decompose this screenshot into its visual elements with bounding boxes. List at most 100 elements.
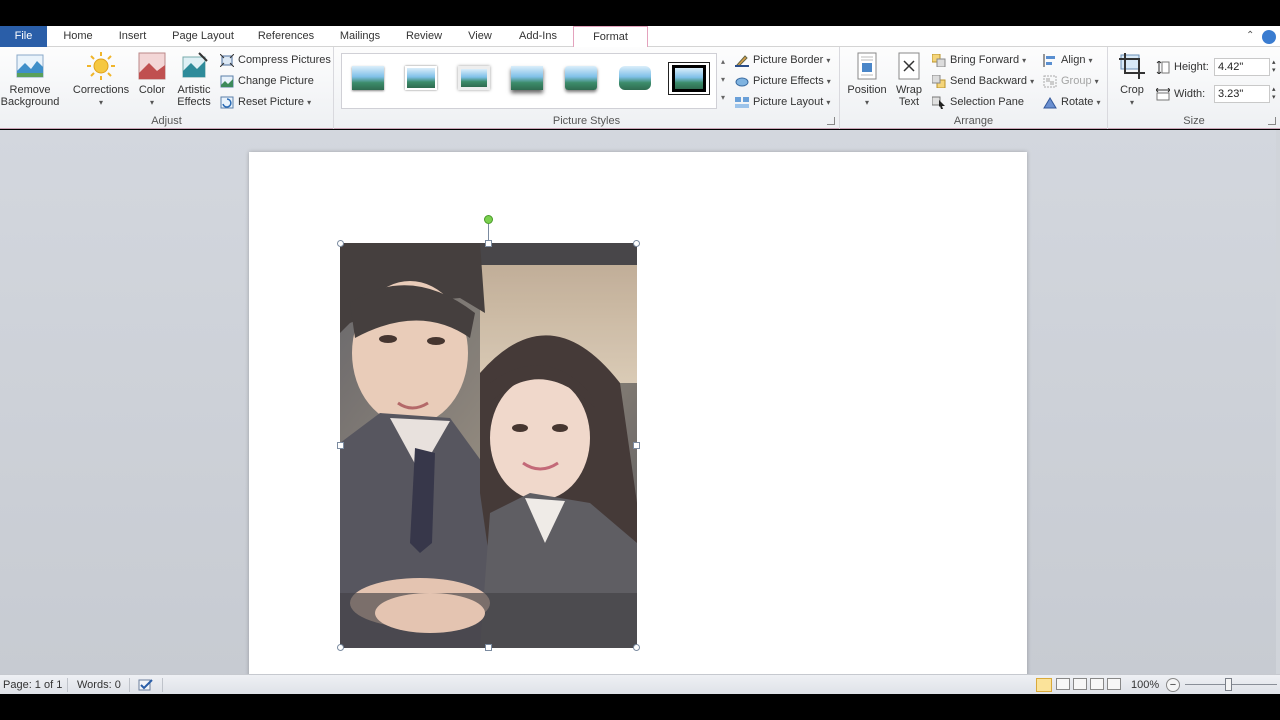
resize-handle-top-right[interactable] bbox=[633, 240, 640, 247]
color-button[interactable]: Color ▾ bbox=[134, 51, 170, 109]
tab-review[interactable]: Review bbox=[400, 26, 448, 47]
print-layout-view-icon[interactable] bbox=[1036, 678, 1052, 692]
tab-mailings[interactable]: Mailings bbox=[332, 26, 388, 47]
picture-layout-button[interactable]: Picture Layout ▾ bbox=[735, 93, 830, 111]
group-button[interactable]: Group ▾ bbox=[1043, 72, 1099, 90]
minimize-ribbon-icon[interactable]: ⌃ bbox=[1246, 30, 1254, 41]
artistic-effects-button[interactable]: Artistic Effects bbox=[172, 51, 216, 108]
gallery-more-icon[interactable]: ▾ bbox=[717, 89, 729, 107]
send-backward-button[interactable]: Send Backward ▾ bbox=[932, 72, 1034, 90]
artistic-effects-icon bbox=[182, 52, 208, 78]
reset-picture-icon bbox=[220, 96, 234, 109]
send-backward-label: Send Backward bbox=[950, 75, 1028, 87]
remove-background-label-1: Remove bbox=[9, 84, 51, 96]
selection-pane-button[interactable]: Selection Pane bbox=[932, 93, 1024, 111]
picture-style-2[interactable] bbox=[400, 62, 442, 95]
bottom-bar bbox=[0, 694, 1280, 720]
zoom-level[interactable]: 100% bbox=[1131, 678, 1159, 692]
gallery-down-icon[interactable]: ▾ bbox=[717, 71, 729, 89]
full-screen-reading-icon[interactable] bbox=[1056, 678, 1070, 690]
gallery-scroll[interactable]: ▴ ▾ ▾ bbox=[717, 53, 729, 109]
reset-picture-button[interactable]: Reset Picture ▾ bbox=[220, 93, 311, 111]
resize-handle-top[interactable] bbox=[485, 240, 492, 247]
vertical-scrollbar[interactable] bbox=[1276, 130, 1280, 674]
ribbon-controls: ⌃ bbox=[1246, 30, 1276, 44]
resize-handle-bottom-right[interactable] bbox=[633, 644, 640, 651]
draft-view-icon[interactable] bbox=[1107, 678, 1121, 690]
tab-references[interactable]: References bbox=[250, 26, 322, 47]
resize-handle-top-left[interactable] bbox=[337, 240, 344, 247]
selected-picture[interactable] bbox=[340, 243, 637, 648]
picture-layout-dropdown-icon: ▾ bbox=[826, 98, 831, 107]
change-picture-button[interactable]: Change Picture bbox=[220, 72, 314, 90]
picture-effects-button[interactable]: Picture Effects ▾ bbox=[735, 72, 831, 90]
picture-effects-icon bbox=[735, 77, 749, 87]
group-dropdown-icon: ▾ bbox=[1094, 77, 1099, 86]
rotate-label: Rotate bbox=[1061, 96, 1094, 108]
word-count[interactable]: Words: 0 bbox=[77, 678, 121, 692]
change-picture-icon bbox=[220, 75, 234, 88]
corrections-button[interactable]: Corrections ▾ bbox=[71, 51, 131, 109]
tab-view[interactable]: View bbox=[460, 26, 500, 47]
align-button[interactable]: Align ▾ bbox=[1043, 51, 1093, 69]
height-label-row: Height: bbox=[1156, 58, 1209, 76]
compress-icon bbox=[220, 53, 234, 67]
position-button[interactable]: Position ▾ bbox=[845, 51, 889, 109]
tab-file[interactable]: File bbox=[0, 26, 47, 47]
bring-forward-button[interactable]: Bring Forward ▾ bbox=[932, 51, 1026, 69]
tab-page-layout[interactable]: Page Layout bbox=[166, 26, 240, 47]
crop-button[interactable]: Crop ▾ bbox=[1112, 51, 1152, 109]
tab-add-ins[interactable]: Add-Ins bbox=[510, 26, 566, 47]
height-input[interactable]: 4.42" bbox=[1214, 58, 1270, 76]
zoom-out-icon[interactable]: − bbox=[1166, 678, 1180, 692]
height-spinner[interactable]: ▴ ▾ bbox=[1272, 59, 1276, 75]
selection-pane-label: Selection Pane bbox=[950, 96, 1024, 108]
color-label: Color bbox=[138, 84, 166, 96]
picture-style-6[interactable] bbox=[614, 62, 656, 95]
send-backward-dropdown-icon: ▾ bbox=[1030, 77, 1035, 86]
picture-border-button[interactable]: Picture Border ▾ bbox=[735, 51, 830, 69]
resize-handle-left[interactable] bbox=[337, 442, 344, 449]
crop-icon bbox=[1119, 53, 1145, 79]
width-label: Width: bbox=[1174, 88, 1206, 100]
tab-format[interactable]: Format bbox=[573, 26, 648, 48]
width-label-row: Width: bbox=[1156, 85, 1205, 103]
picture-style-5[interactable] bbox=[560, 62, 602, 95]
gallery-up-icon[interactable]: ▴ bbox=[717, 53, 729, 71]
compress-pictures-button[interactable]: Compress Pictures bbox=[220, 51, 331, 69]
help-icon[interactable] bbox=[1262, 30, 1276, 44]
position-icon bbox=[857, 52, 877, 80]
resize-handle-right[interactable] bbox=[633, 442, 640, 449]
align-label: Align bbox=[1061, 54, 1086, 66]
picture-style-1[interactable] bbox=[347, 62, 389, 95]
change-picture-label: Change Picture bbox=[238, 75, 314, 87]
document-area[interactable] bbox=[0, 130, 1280, 682]
remove-background-label-2: Background bbox=[0, 96, 60, 108]
page-count[interactable]: Page: 1 of 1 bbox=[3, 678, 62, 692]
tab-insert[interactable]: Insert bbox=[111, 26, 154, 47]
resize-handle-bottom-left[interactable] bbox=[337, 644, 344, 651]
rotate-button[interactable]: Rotate ▾ bbox=[1043, 93, 1101, 111]
web-layout-icon[interactable] bbox=[1073, 678, 1087, 690]
width-input[interactable]: 3.23" bbox=[1214, 85, 1270, 103]
remove-background-icon bbox=[16, 54, 44, 78]
group-icon bbox=[1043, 75, 1057, 88]
proofing-icon[interactable] bbox=[138, 678, 154, 692]
picture-style-3[interactable] bbox=[453, 62, 495, 95]
word-window: File Home Insert Page Layout References … bbox=[0, 0, 1280, 720]
remove-background-button[interactable]: Remove Background bbox=[0, 51, 60, 108]
selection-pane-icon bbox=[932, 96, 945, 109]
wrap-text-button[interactable]: Wrap Text bbox=[892, 51, 926, 108]
color-icon bbox=[138, 52, 166, 80]
width-spinner[interactable]: ▴ ▾ bbox=[1272, 86, 1276, 102]
resize-handle-bottom[interactable] bbox=[485, 644, 492, 651]
rotation-handle[interactable] bbox=[484, 215, 493, 224]
arrange-group-label: Arrange bbox=[953, 115, 994, 127]
status-bar: Page: 1 of 1 Words: 0 100% − bbox=[0, 674, 1280, 694]
adjust-group-label: Adjust bbox=[151, 115, 182, 127]
picture-style-4[interactable] bbox=[506, 62, 548, 95]
zoom-slider-thumb[interactable] bbox=[1225, 678, 1232, 691]
outline-view-icon[interactable] bbox=[1090, 678, 1104, 690]
tab-home[interactable]: Home bbox=[55, 26, 101, 47]
picture-style-7[interactable] bbox=[668, 62, 710, 95]
